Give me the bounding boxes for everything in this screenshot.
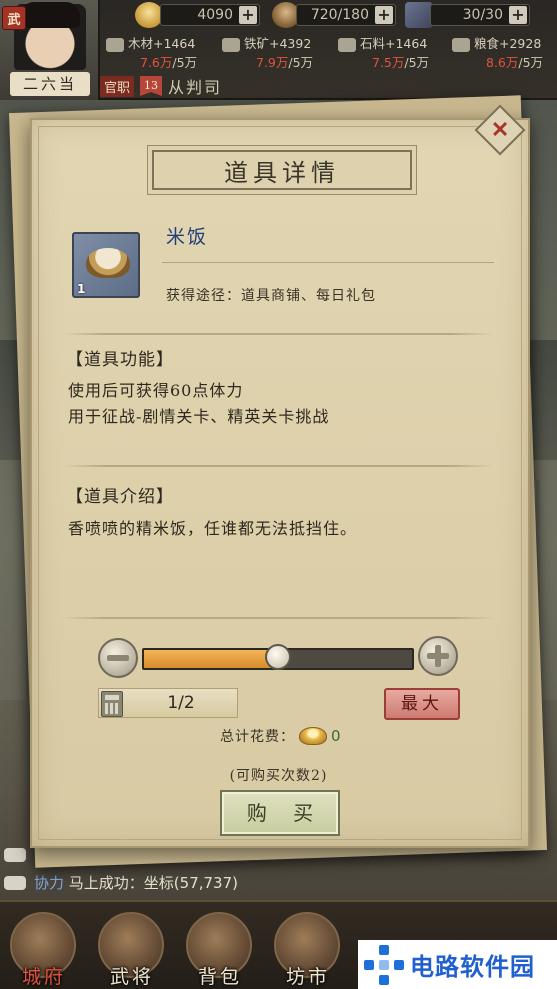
grain-cap: /5万: [518, 55, 544, 70]
class-badge: 武: [2, 6, 26, 30]
slider-handle[interactable]: [265, 644, 291, 670]
chat-bubble-icon[interactable]: [4, 876, 26, 890]
wood-icon: [106, 38, 124, 52]
top-hud: 武 二六当 4090 + 720/180 + 30/30 + 木材+1464 7…: [0, 0, 557, 100]
grain-stat: 粮食+2928 8.6万/5万: [450, 34, 557, 74]
rice-bowl-shape: [86, 248, 130, 278]
buy-remaining: (可购买次数2): [229, 768, 328, 784]
dialog-title-plate: 道具详情: [152, 150, 412, 190]
dialog-title: 道具详情: [224, 158, 340, 187]
total-cost: 总计花费： 0: [220, 726, 341, 746]
stone-cap: /5万: [404, 55, 430, 70]
army-value: 30/30: [462, 7, 503, 23]
nav-label: 武将: [109, 966, 154, 988]
avatar-hat: [20, 2, 80, 28]
nav-label: 背包: [197, 966, 242, 988]
stamina-plus-icon[interactable]: +: [375, 6, 393, 24]
minus-icon: [107, 655, 129, 661]
nav-label: 坊市: [285, 966, 330, 988]
minus-button[interactable]: [98, 638, 138, 678]
iron-cap: /5万: [288, 55, 314, 70]
max-button[interactable]: 最大: [384, 688, 460, 720]
watermark-logo-icon: [364, 944, 404, 985]
watermark: 电路软件园: [358, 940, 557, 989]
buy-button[interactable]: 购 买: [220, 790, 340, 836]
gold-ingot-icon: [299, 727, 327, 745]
army-plus-icon[interactable]: +: [509, 6, 527, 24]
divider: [62, 333, 494, 335]
stone-icon: [338, 38, 356, 52]
quantity-field[interactable]: 1/2: [98, 688, 238, 718]
player-name: 二六当: [10, 72, 90, 96]
rank-row[interactable]: 官职 13 从判司: [100, 74, 222, 98]
function-line: 使用后可获得60点体力: [68, 381, 244, 400]
silver-plus-icon[interactable]: +: [239, 6, 257, 24]
item-source: 获得途径：道具商铺、每日礼包: [166, 288, 376, 304]
rank-name: 从判司: [168, 78, 223, 97]
grain-stock: 8.6万: [486, 55, 519, 70]
chat-text: 马上成功：坐标(57,737): [68, 874, 238, 892]
nav-city[interactable]: 城府: [0, 902, 88, 989]
grain-icon: [452, 38, 470, 52]
slider-fill: [144, 650, 278, 668]
nav-bag[interactable]: 背包: [176, 902, 264, 989]
chat-tag: 协力: [34, 874, 65, 892]
rank-tag: 官职: [100, 75, 135, 97]
plus-button[interactable]: [418, 636, 458, 676]
iron-stock: 7.9万: [256, 55, 289, 70]
stone-stat: 石料+1464 7.5万/5万: [336, 34, 446, 74]
stone-stock: 7.5万: [372, 55, 405, 70]
nav-label: 城府: [21, 966, 66, 988]
quantity-value: 1/2: [167, 693, 195, 713]
nav-generals[interactable]: 武将: [88, 902, 176, 989]
rank-level-badge: 13: [140, 76, 163, 96]
iron-icon: [222, 38, 240, 52]
iron-stat: 铁矿+4392 7.9万/5万: [220, 34, 330, 74]
intro-text: 香喷喷的精米饭，任谁都无法抵挡住。: [68, 519, 358, 538]
silver-counter: 4090 +: [160, 4, 260, 26]
cost-value: 0: [331, 727, 341, 745]
silver-value: 4090: [197, 7, 233, 23]
calculator-icon[interactable]: [101, 691, 123, 717]
close-icon: ✕: [490, 117, 510, 143]
intro-title: 【道具介绍】: [66, 487, 174, 507]
divider: [162, 262, 494, 263]
cost-label: 总计花费：: [220, 729, 295, 745]
nav-market[interactable]: 坊市: [264, 902, 352, 989]
stamina-value: 720/180: [310, 7, 369, 23]
avatar[interactable]: 武 二六当: [0, 0, 100, 100]
chat-message: 协力 马上成功：坐标(57,737): [34, 872, 238, 893]
wood-stock: 7.6万: [140, 55, 173, 70]
rice-bowl-icon: 1: [72, 232, 140, 298]
divider: [62, 465, 494, 467]
watermark-text: 电路软件园: [410, 953, 535, 981]
function-line: 用于征战-剧情关卡、精英关卡挑战: [68, 407, 330, 426]
silver-ingot-icon: [135, 2, 163, 28]
item-name: 米饭: [166, 226, 209, 248]
army-icon: [405, 2, 433, 28]
item-count: 1: [77, 282, 86, 296]
function-title: 【道具功能】: [66, 350, 174, 370]
wood-cap: /5万: [172, 55, 198, 70]
chat-bubble-icon[interactable]: [4, 848, 26, 862]
army-counter: 30/30 +: [430, 4, 530, 26]
stamina-counter: 720/180 +: [296, 4, 396, 26]
divider: [62, 617, 494, 619]
wood-stat: 木材+1464 7.6万/5万: [104, 34, 214, 74]
